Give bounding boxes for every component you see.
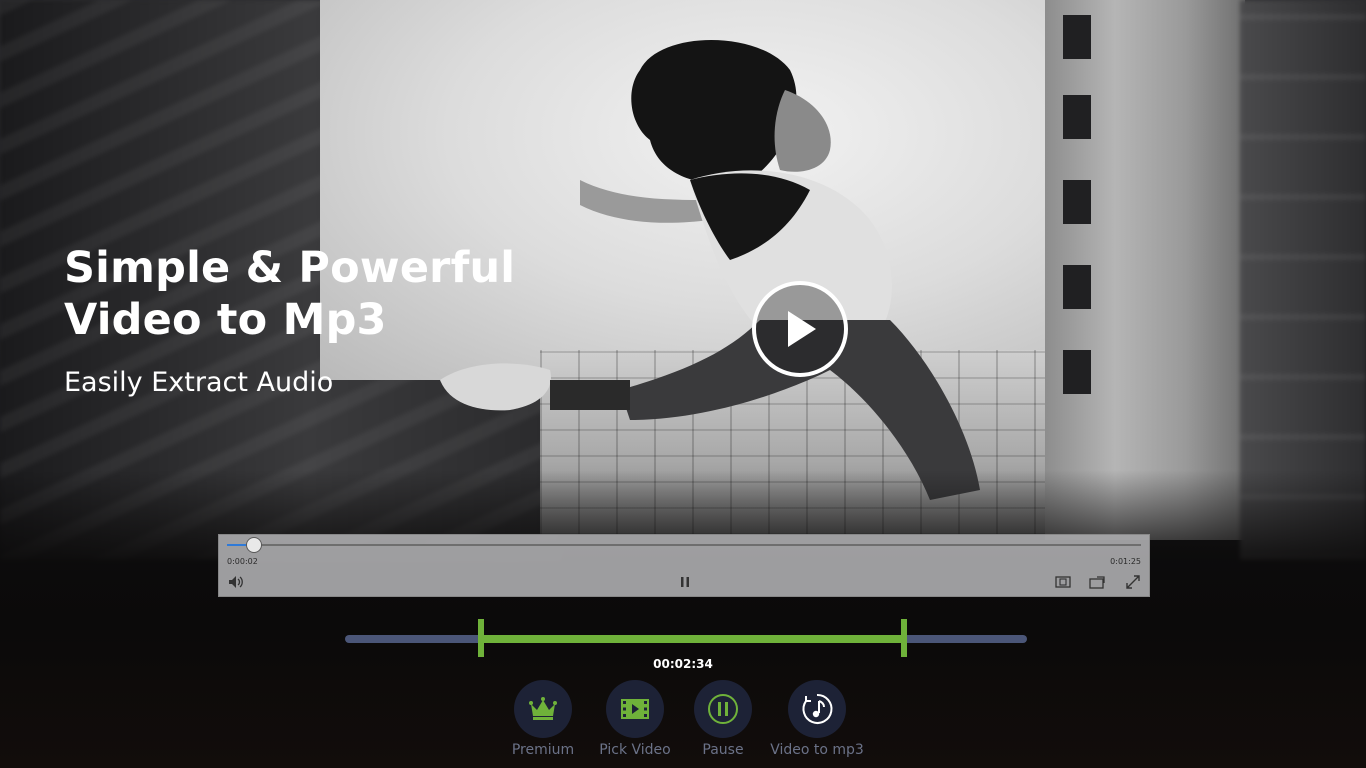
premium-button-circle	[514, 680, 572, 738]
pause-circle-icon	[708, 694, 738, 724]
premium-label: Premium	[511, 742, 575, 758]
pause-button-circle	[694, 680, 752, 738]
pause-label: Pause	[702, 742, 744, 758]
video-to-mp3-label: Video to mp3	[770, 742, 864, 758]
video-to-mp3-button[interactable]: Video to mp3	[766, 680, 868, 758]
hero-subtitle: Easily Extract Audio	[64, 367, 334, 398]
pick-video-button[interactable]: Pick Video	[595, 680, 675, 758]
action-bar: Premium Pick Video Pause Video to mp3	[0, 680, 1366, 768]
volume-button[interactable]	[227, 573, 245, 591]
crown-icon	[529, 697, 557, 720]
video-player-controls: 0:00:02 0:01:25	[218, 534, 1150, 597]
film-icon	[621, 699, 649, 719]
video-to-mp3-button-circle	[788, 680, 846, 738]
hero-title-line-1: Simple & Powerful	[64, 243, 516, 293]
trim-length-time: 00:02:34	[653, 657, 713, 671]
hero-text: Simple & Powerful Video to Mp3 Easily Ex…	[64, 242, 584, 400]
trim-start-handle[interactable]	[478, 619, 484, 657]
pause-icon	[681, 577, 689, 587]
trim-end-handle[interactable]	[901, 619, 907, 657]
pick-video-button-circle	[606, 680, 664, 738]
seek-bar[interactable]	[227, 544, 1141, 546]
pause-button[interactable]: Pause	[688, 680, 758, 758]
fullscreen-icon	[1126, 575, 1140, 589]
total-duration: 0:01:25	[1110, 557, 1141, 566]
aspect-ratio-icon	[1055, 576, 1071, 588]
aspect-ratio-button[interactable]	[1054, 573, 1072, 591]
premium-button[interactable]: Premium	[508, 680, 578, 758]
play-button[interactable]	[752, 281, 848, 377]
music-note-icon	[802, 693, 833, 724]
volume-icon	[229, 576, 243, 588]
cast-icon	[1089, 575, 1105, 589]
seek-thumb[interactable]	[246, 537, 262, 553]
trim-slider	[345, 619, 1027, 657]
fullscreen-button[interactable]	[1124, 573, 1142, 591]
elapsed-time: 0:00:02	[227, 557, 258, 566]
trim-selected-range	[481, 635, 904, 643]
cast-button[interactable]	[1088, 573, 1106, 591]
tower-building	[1045, 0, 1245, 540]
pick-video-label: Pick Video	[599, 742, 671, 758]
player-pause-button[interactable]	[676, 573, 694, 591]
play-icon	[788, 311, 816, 347]
hero-title-line-2: Video to Mp3	[64, 295, 387, 345]
